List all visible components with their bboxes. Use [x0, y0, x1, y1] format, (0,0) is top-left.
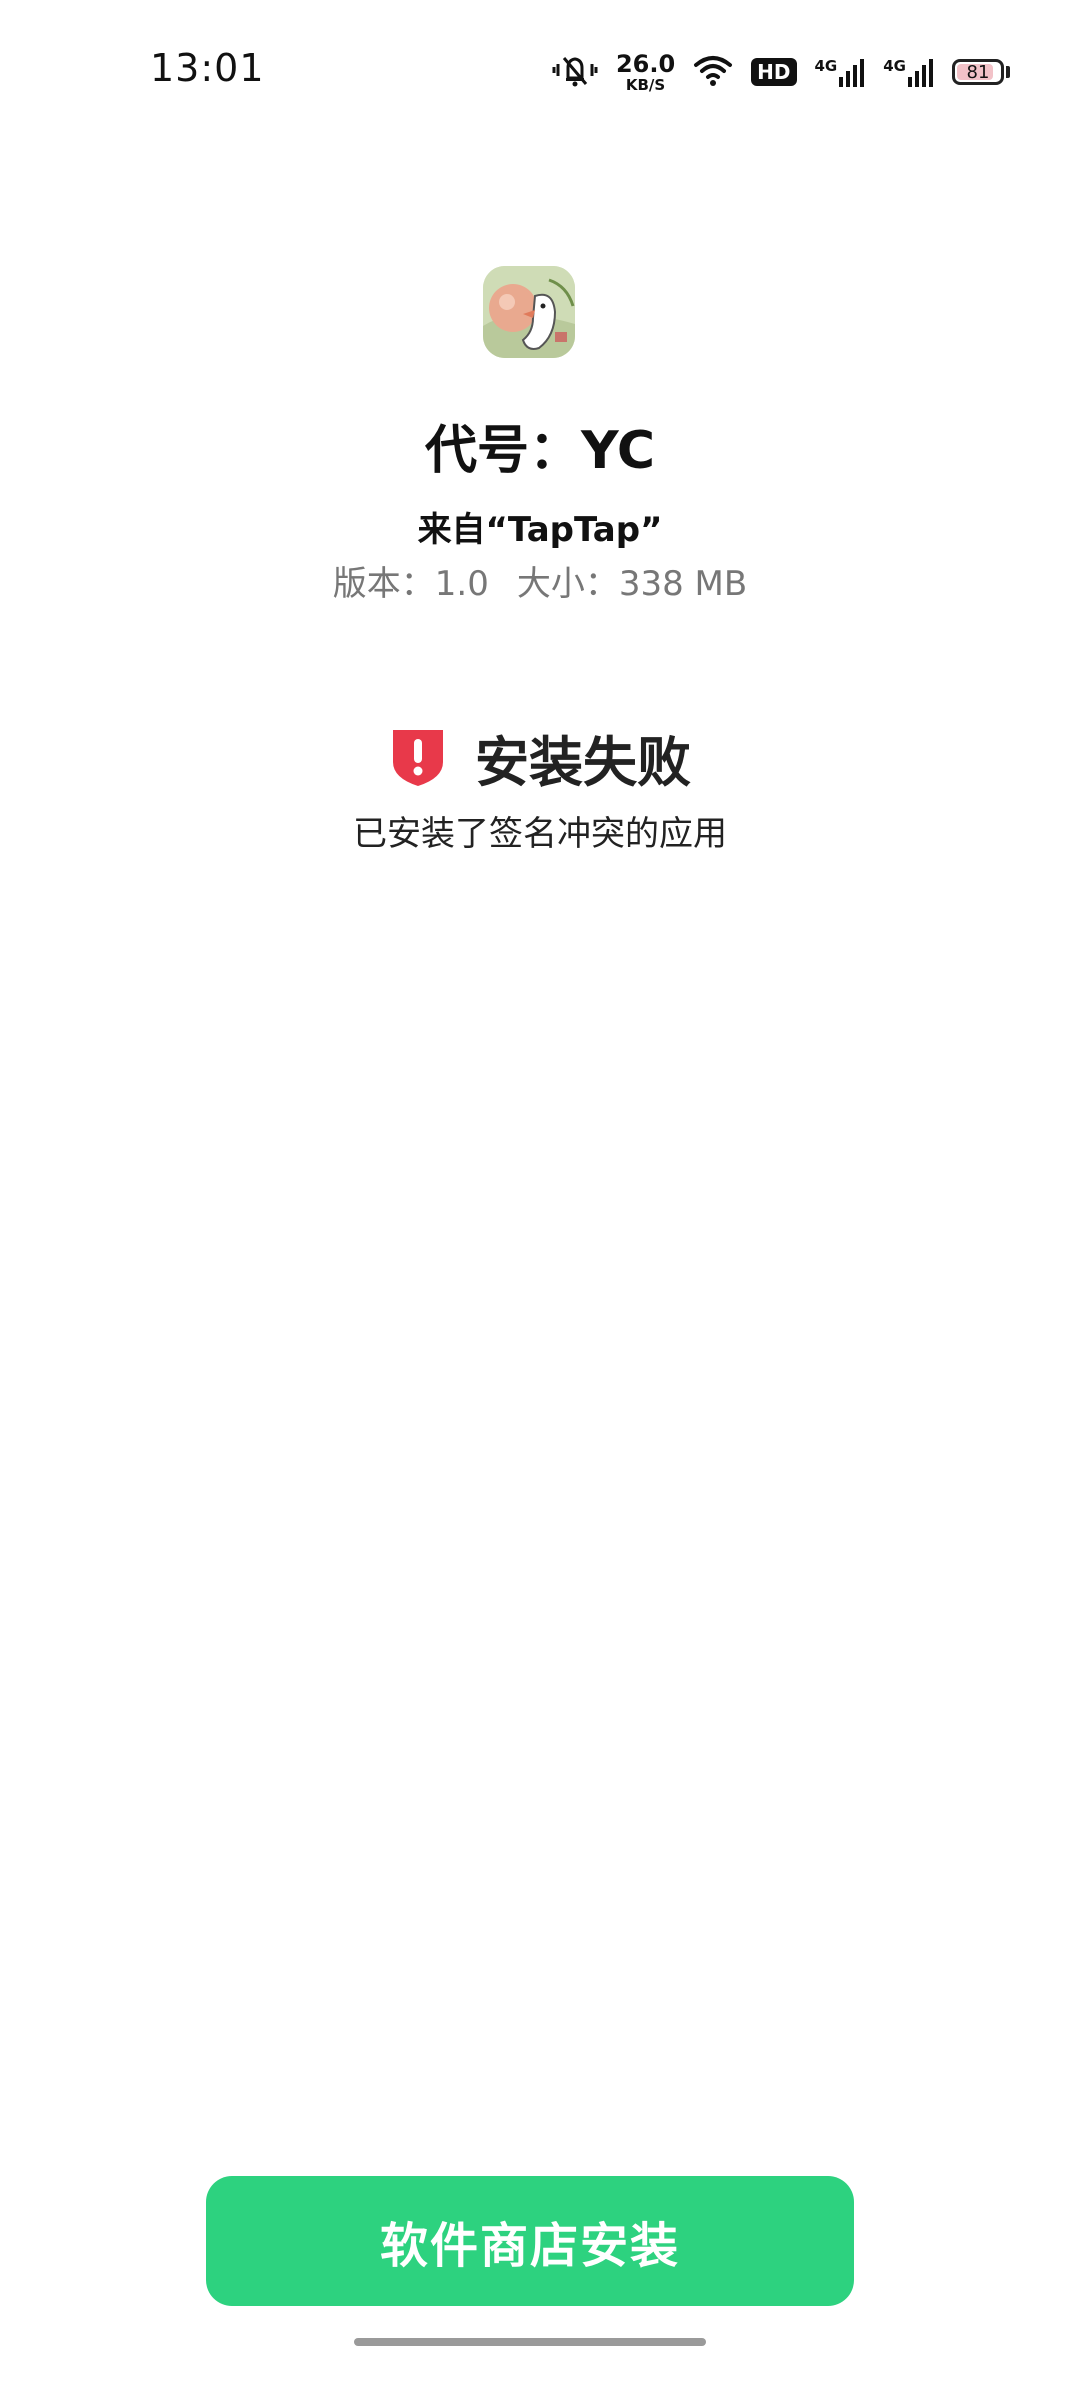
app-meta: 版本：1.0 大小：338 MB	[0, 556, 1080, 605]
network-speed: 26.0 KB/S	[616, 52, 675, 93]
signal-sim2: 4G	[883, 57, 934, 87]
shield-alert-icon	[389, 724, 447, 792]
app-version: 版本：1.0	[332, 564, 489, 604]
app-source: 来自“TapTap”	[417, 510, 663, 550]
signal-icon	[908, 59, 933, 87]
status-bar: 13:01 26.0 KB/S HD 4G 4G 81	[0, 0, 1080, 140]
network-speed-value: 26.0	[615, 49, 676, 78]
network-speed-unit: KB/S	[625, 75, 666, 94]
status-icons: 26.0 KB/S HD 4G 4G 81	[552, 48, 1010, 96]
signal-sim1: 4G	[815, 57, 866, 87]
store-install-button[interactable]: 软件商店安装	[206, 2176, 854, 2306]
home-indicator[interactable]	[354, 2338, 706, 2346]
wifi-icon	[693, 53, 733, 91]
signal-sim2-label: 4G	[883, 57, 906, 75]
package-installer-screen: 13:01 26.0 KB/S HD 4G 4G 81 代号：YC 来自“Tap…	[0, 0, 1080, 2400]
battery-level: 81	[966, 61, 990, 83]
vibrate-silent-icon	[552, 50, 598, 94]
signal-icon	[839, 59, 865, 87]
error-description: 已安装了签名冲突的应用	[353, 814, 727, 854]
signal-sim1-label: 4G	[814, 57, 838, 75]
app-icon	[483, 266, 575, 358]
battery-icon: 81	[952, 59, 1004, 85]
battery-tip	[1006, 66, 1010, 78]
error-title: 安装失败	[475, 731, 691, 794]
status-time: 13:01	[150, 46, 265, 90]
app-size: 大小：338 MB	[516, 564, 748, 604]
app-title: 代号：YC	[425, 421, 655, 481]
hd-voice-badge: HD	[751, 58, 797, 86]
install-error-header: 安装失败	[0, 718, 1080, 797]
